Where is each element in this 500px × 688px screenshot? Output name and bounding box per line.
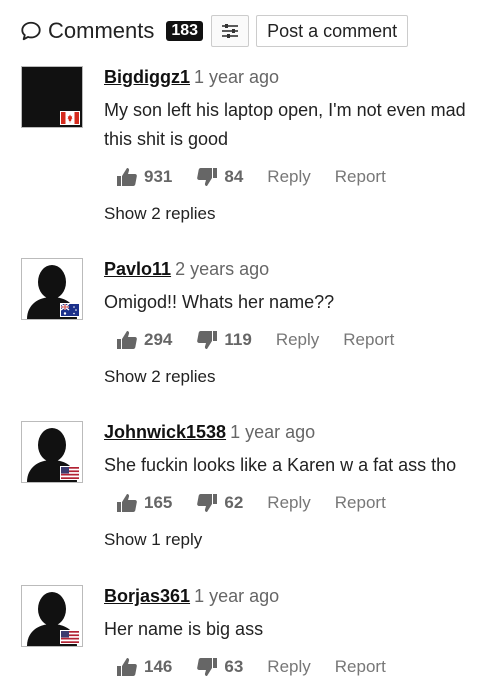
thumbs-up-icon	[117, 494, 137, 512]
reply-link[interactable]: Reply	[276, 330, 319, 350]
comment-username[interactable]: Bigdiggz1	[104, 67, 190, 87]
canada-flag-icon	[60, 111, 80, 125]
dislike-button[interactable]: 119	[196, 330, 252, 350]
australia-flag-icon	[60, 303, 80, 317]
usa-flag-icon	[60, 466, 80, 480]
dislike-button[interactable]: 84	[196, 167, 243, 187]
report-link[interactable]: Report	[343, 330, 394, 350]
report-link[interactable]: Report	[335, 167, 386, 187]
comment-count-badge: 183	[166, 21, 204, 41]
comment-text: Her name is big ass	[104, 619, 264, 639]
thumbs-up-icon	[117, 658, 137, 676]
like-count: 146	[144, 657, 173, 676]
comment-text: Omigod!! Whats her name??	[104, 292, 335, 312]
thumbs-down-icon	[197, 331, 218, 349]
dislike-count: 63	[224, 657, 244, 676]
comment-timestamp: 1 year ago	[194, 67, 280, 87]
thumbs-down-icon	[197, 168, 218, 186]
comment-username[interactable]: Johnwick1538	[104, 422, 226, 442]
dislike-count: 84	[224, 167, 244, 186]
avatar[interactable]	[21, 258, 83, 320]
avatar[interactable]	[21, 421, 83, 483]
comment-timestamp: 1 year ago	[194, 586, 280, 606]
comments-header: Comments 183 Post a comment	[20, 14, 409, 48]
like-button[interactable]: 165	[116, 493, 172, 513]
comment-username[interactable]: Pavlo11	[104, 259, 171, 279]
reply-link[interactable]: Reply	[267, 657, 310, 677]
reply-link[interactable]: Reply	[267, 167, 310, 187]
dislike-button[interactable]: 63	[196, 657, 243, 677]
post-comment-button[interactable]: Post a comment	[256, 15, 409, 47]
sliders-icon	[222, 24, 239, 38]
like-button[interactable]: 294	[116, 330, 172, 350]
like-button[interactable]: 931	[116, 167, 172, 187]
reply-link[interactable]: Reply	[267, 493, 310, 513]
comment-text: My son left his laptop open, I'm not eve…	[104, 100, 466, 149]
show-replies-link[interactable]: Show 2 replies	[104, 367, 494, 387]
show-replies-link[interactable]: Show 2 replies	[104, 204, 494, 224]
show-replies-link[interactable]: Show 1 reply	[104, 530, 494, 550]
like-count: 294	[144, 330, 173, 349]
comment-username[interactable]: Borjas361	[104, 586, 190, 606]
thumbs-down-icon	[197, 658, 218, 676]
comment-text: She fuckin looks like a Karen w a fat as…	[104, 455, 457, 475]
avatar[interactable]	[21, 66, 83, 128]
usa-flag-icon	[60, 630, 80, 644]
comments-title: Comments	[48, 18, 155, 43]
speech-bubble-icon	[21, 21, 41, 41]
like-count: 931	[144, 167, 173, 186]
comment-timestamp: 1 year ago	[230, 422, 316, 442]
avatar[interactable]	[21, 585, 83, 647]
thumbs-down-icon	[197, 494, 218, 512]
dislike-count: 119	[224, 330, 252, 349]
thumbs-up-icon	[117, 168, 137, 186]
dislike-button[interactable]: 62	[196, 493, 243, 513]
report-link[interactable]: Report	[335, 657, 386, 677]
like-button[interactable]: 146	[116, 657, 172, 677]
dislike-count: 62	[224, 493, 244, 512]
report-link[interactable]: Report	[335, 493, 386, 513]
thumbs-up-icon	[117, 331, 137, 349]
filter-button[interactable]	[211, 15, 250, 47]
like-count: 165	[144, 493, 173, 512]
comment-timestamp: 2 years ago	[175, 259, 270, 279]
